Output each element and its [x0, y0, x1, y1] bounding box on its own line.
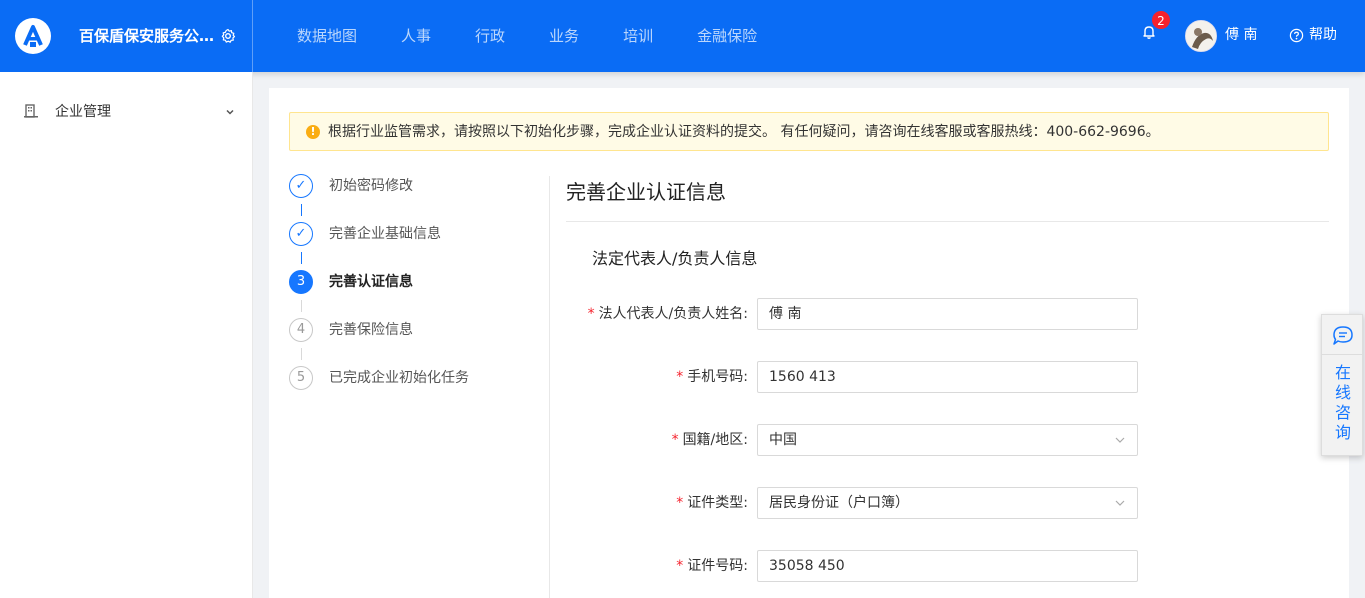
- company-logo-icon[interactable]: [15, 18, 51, 54]
- nav-item-business[interactable]: 业务: [549, 0, 579, 72]
- field-label: * 国籍/地区:: [671, 432, 748, 448]
- step-connector: [301, 300, 302, 312]
- check-icon: ✓: [289, 174, 313, 198]
- online-consult-button[interactable]: 在线咨询: [1321, 314, 1363, 456]
- form-title: 完善企业认证信息: [566, 180, 726, 204]
- divider: [566, 221, 1329, 222]
- nav-item-finance-insurance[interactable]: 金融保险: [697, 0, 757, 72]
- sidebar-item-label: 企业管理: [55, 104, 111, 120]
- field-label: * 证件类型:: [676, 495, 748, 511]
- consult-label: 在线咨询: [1334, 363, 1351, 442]
- step-label: 初始密码修改: [329, 178, 413, 194]
- sidebar-item-enterprise-management[interactable]: 企业管理: [0, 94, 253, 130]
- exclamation-icon: !: [306, 125, 320, 139]
- step-basic-info[interactable]: ✓ 完善企业基础信息: [289, 222, 529, 248]
- field-label: * 证件号码:: [676, 558, 748, 574]
- gear-icon[interactable]: [220, 28, 236, 44]
- sidebar: 企业管理: [0, 72, 253, 598]
- step-label: 完善认证信息: [329, 274, 413, 290]
- avatar[interactable]: [1185, 20, 1217, 52]
- main-content-card: ! 根据行业监管需求，请按照以下初始化步骤，完成企业认证资料的提交。 有任何疑问…: [269, 88, 1349, 598]
- username[interactable]: 傅 南: [1225, 25, 1257, 45]
- section-title: 法定代表人/负责人信息: [592, 249, 758, 268]
- form-row-id-number: * 证件号码: 35058 450: [566, 550, 1138, 582]
- divider: [549, 176, 550, 598]
- company-name[interactable]: 百保盾保安服务公司...: [79, 26, 221, 46]
- building-icon: [24, 104, 38, 118]
- field-label: * 手机号码:: [676, 369, 748, 385]
- info-alert: ! 根据行业监管需求，请按照以下初始化步骤，完成企业认证资料的提交。 有任何疑问…: [289, 112, 1329, 151]
- top-navbar: 百保盾保安服务公司... 数据地图 人事 行政 业务 培训 金融保险 2 傅 南: [0, 0, 1365, 72]
- chevron-down-icon: [1115, 437, 1125, 443]
- nationality-select[interactable]: 中国: [757, 424, 1138, 456]
- help-button[interactable]: 帮助: [1289, 25, 1337, 45]
- step-finished[interactable]: 5 已完成企业初始化任务: [289, 366, 529, 392]
- brand-area: 百保盾保安服务公司...: [0, 0, 253, 72]
- nav-item-admin[interactable]: 行政: [475, 0, 505, 72]
- help-label: 帮助: [1309, 27, 1337, 43]
- check-icon: ✓: [289, 222, 313, 246]
- chat-icon: [1333, 326, 1353, 345]
- main-nav: 数据地图 人事 行政 业务 培训 金融保险: [297, 0, 801, 72]
- id-type-select[interactable]: 居民身份证（户口簿）: [757, 487, 1138, 519]
- id-number-input[interactable]: 35058 450: [757, 550, 1138, 582]
- phone-input[interactable]: 1560 413: [757, 361, 1138, 393]
- divider: [1322, 354, 1362, 355]
- legal-rep-name-input[interactable]: 傅 南: [757, 298, 1138, 330]
- nav-item-data-map[interactable]: 数据地图: [297, 0, 357, 72]
- chevron-down-icon: [226, 109, 234, 115]
- question-circle-icon: [1289, 28, 1304, 42]
- step-connector: [301, 252, 302, 264]
- form-row-legal-rep-name: * 法人代表人/负责人姓名: 傅 南: [566, 298, 1138, 330]
- field-label: * 法人代表人/负责人姓名:: [587, 306, 748, 322]
- step-connector: [301, 348, 302, 360]
- form-row-nationality: * 国籍/地区: 中国: [566, 424, 1138, 456]
- nav-item-hr[interactable]: 人事: [401, 0, 431, 72]
- form-row-id-type: * 证件类型: 居民身份证（户口簿）: [566, 487, 1138, 519]
- step-insurance-info[interactable]: 4 完善保险信息: [289, 318, 529, 344]
- step-label: 已完成企业初始化任务: [329, 370, 469, 386]
- nav-item-training[interactable]: 培训: [623, 0, 653, 72]
- step-number: 5: [289, 366, 313, 390]
- step-label: 完善保险信息: [329, 322, 413, 338]
- notification-badge[interactable]: 2: [1151, 10, 1171, 30]
- step-label: 完善企业基础信息: [329, 226, 441, 242]
- step-number: 3: [289, 270, 313, 294]
- step-password-change[interactable]: ✓ 初始密码修改: [289, 174, 529, 200]
- select-value: 居民身份证（户口簿）: [769, 495, 909, 511]
- step-connector: [301, 204, 302, 216]
- alert-text: 根据行业监管需求，请按照以下初始化步骤，完成企业认证资料的提交。 有任何疑问，请…: [328, 124, 1160, 140]
- step-certification-info[interactable]: 3 完善认证信息: [289, 270, 529, 296]
- select-value: 中国: [769, 432, 797, 448]
- step-number: 4: [289, 318, 313, 342]
- chevron-down-icon: [1115, 500, 1125, 506]
- form-row-phone: * 手机号码: 1560 413: [566, 361, 1138, 393]
